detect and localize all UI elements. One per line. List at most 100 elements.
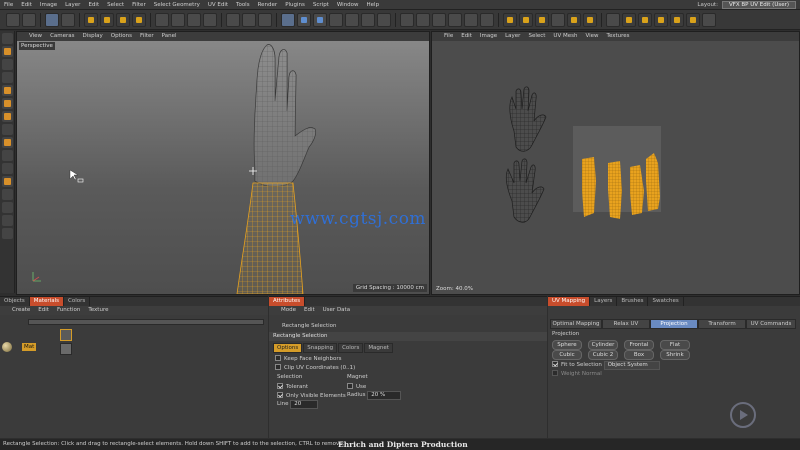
- move-tool-icon[interactable]: [61, 12, 75, 27]
- uv-invert-icon[interactable]: [551, 12, 565, 27]
- materials-menu-function[interactable]: Function: [53, 306, 84, 315]
- bend-icon[interactable]: [329, 12, 343, 27]
- polygons-mode-icon[interactable]: [2, 111, 13, 122]
- uv-weld-icon[interactable]: [606, 12, 620, 27]
- tab-objects[interactable]: Objects: [0, 297, 30, 306]
- subtab-snapping[interactable]: Snapping: [303, 343, 338, 353]
- menu-render[interactable]: Render: [254, 0, 282, 10]
- box-button[interactable]: Box: [624, 350, 654, 360]
- attributes-menu-edit[interactable]: Edit: [300, 306, 319, 315]
- uv-menu-select[interactable]: Select: [524, 32, 549, 41]
- uv-stitch-icon[interactable]: [622, 12, 636, 27]
- subtab-uv-commands[interactable]: UV Commands: [746, 319, 796, 329]
- uv-rotate-icon[interactable]: [432, 12, 446, 27]
- use-row[interactable]: Use: [347, 382, 366, 391]
- subtab-projection[interactable]: Projection: [650, 319, 698, 329]
- clip-uv-row[interactable]: Clip UV Coordinates (0..1): [275, 363, 355, 372]
- tab-materials[interactable]: Materials: [29, 297, 64, 306]
- subtab-relax-uv[interactable]: Relax UV: [602, 319, 650, 329]
- floor-icon[interactable]: [345, 12, 359, 27]
- uv-polygons-icon[interactable]: [480, 12, 494, 27]
- line-input[interactable]: 20: [290, 400, 319, 409]
- menu-window[interactable]: Window: [333, 0, 363, 10]
- only-visible-row[interactable]: Only Visible Elements: [277, 391, 346, 400]
- cubic-2-button[interactable]: Cubic 2: [588, 350, 618, 360]
- tolerant-checkbox[interactable]: [277, 383, 283, 389]
- enable-axis-icon[interactable]: [2, 150, 13, 161]
- subdivision-icon[interactable]: [297, 12, 311, 27]
- menu-script[interactable]: Script: [309, 0, 333, 10]
- layout-dropdown[interactable]: VFX BP UV Edit (User): [721, 1, 796, 9]
- menu-layer[interactable]: Layer: [61, 0, 84, 10]
- subtab-options[interactable]: Options: [273, 343, 303, 353]
- menu-select-geometry[interactable]: Select Geometry: [150, 0, 204, 10]
- materials-menu-create[interactable]: Create: [8, 306, 34, 315]
- render-picture-icon[interactable]: [242, 12, 256, 27]
- y-axis-icon[interactable]: [171, 12, 185, 27]
- model-mode-icon[interactable]: [2, 46, 13, 57]
- light-icon[interactable]: [377, 12, 391, 27]
- scale-icon[interactable]: [100, 12, 114, 27]
- tab-brushes[interactable]: Brushes: [617, 297, 649, 306]
- render-view-icon[interactable]: [226, 12, 240, 27]
- sphere-button[interactable]: Sphere: [552, 340, 582, 350]
- uv-straighten-icon[interactable]: [686, 12, 700, 27]
- edges-mode-icon[interactable]: [2, 98, 13, 109]
- make-editable-icon[interactable]: [2, 33, 13, 44]
- shrink-button[interactable]: Shrink: [660, 350, 690, 360]
- uv-points-icon[interactable]: [464, 12, 478, 27]
- materials-menu-texture[interactable]: Texture: [84, 306, 112, 315]
- uv-shrink-icon[interactable]: [535, 12, 549, 27]
- material-thumbnail-selected[interactable]: [60, 329, 72, 341]
- attributes-menu-user-data[interactable]: User Data: [319, 306, 354, 315]
- fit-to-selection-checkbox[interactable]: [552, 361, 558, 367]
- uv-island-icon[interactable]: [583, 12, 597, 27]
- fit-system-dropdown[interactable]: Object System: [603, 361, 660, 370]
- paint-icon[interactable]: [2, 189, 13, 200]
- uv-scale-icon[interactable]: [416, 12, 430, 27]
- uv-menu-file[interactable]: File: [440, 32, 457, 41]
- uv-grow-icon[interactable]: [519, 12, 533, 27]
- menu-plugins[interactable]: Plugins: [281, 0, 309, 10]
- materials-menu-edit[interactable]: Edit: [34, 306, 53, 315]
- rotate-icon[interactable]: [116, 12, 130, 27]
- uv-pack-icon[interactable]: [654, 12, 668, 27]
- menu-help[interactable]: Help: [363, 0, 384, 10]
- uv-menu-view[interactable]: View: [581, 32, 602, 41]
- uv-relax-icon[interactable]: [638, 12, 652, 27]
- uv-mirror-icon[interactable]: [448, 12, 462, 27]
- tab-attributes[interactable]: Attributes: [269, 297, 306, 306]
- array-icon[interactable]: [313, 12, 327, 27]
- color-swatch-icon[interactable]: [2, 228, 13, 239]
- menu-tools[interactable]: Tools: [232, 0, 254, 10]
- tab-layers[interactable]: Layers: [590, 297, 618, 306]
- viewport-menu-options[interactable]: Options: [107, 32, 136, 41]
- materials-scrollbar[interactable]: [28, 319, 264, 325]
- x-axis-icon[interactable]: [155, 12, 169, 27]
- undo-icon[interactable]: [6, 12, 20, 27]
- uv-menu-edit[interactable]: Edit: [457, 32, 476, 41]
- keep-face-neighbors-row[interactable]: Keep Face Neighbors: [275, 354, 342, 363]
- tab-uv-mapping[interactable]: UV Mapping: [548, 297, 591, 306]
- uv-align-icon[interactable]: [670, 12, 684, 27]
- uv-menu-uv-mesh[interactable]: UV Mesh: [549, 32, 581, 41]
- use-checkbox[interactable]: [347, 383, 353, 389]
- viewport-menu-display[interactable]: Display: [79, 32, 107, 41]
- tolerant-row[interactable]: Tolerant: [277, 382, 308, 391]
- menu-file[interactable]: File: [0, 0, 17, 10]
- tweak-icon[interactable]: [2, 163, 13, 174]
- material-thumbnail[interactable]: [60, 343, 72, 355]
- uv-grid-icon[interactable]: [702, 12, 716, 27]
- uv-move-icon[interactable]: [400, 12, 414, 27]
- clip-uv-checkbox[interactable]: [275, 364, 281, 370]
- viewport-menu-view[interactable]: View: [25, 32, 46, 41]
- uv-edge-icon[interactable]: [567, 12, 581, 27]
- cubic-button[interactable]: Cubic: [552, 350, 582, 360]
- recent-tool-icon[interactable]: [132, 12, 146, 27]
- tab-swatches[interactable]: Swatches: [648, 297, 684, 306]
- subtab-optimal-mapping[interactable]: Optimal Mapping: [550, 319, 602, 329]
- menu-select[interactable]: Select: [103, 0, 128, 10]
- material-name[interactable]: Mat: [22, 343, 37, 351]
- viewport-menu-panel[interactable]: Panel: [158, 32, 181, 41]
- subtab-colors[interactable]: Colors: [338, 343, 364, 353]
